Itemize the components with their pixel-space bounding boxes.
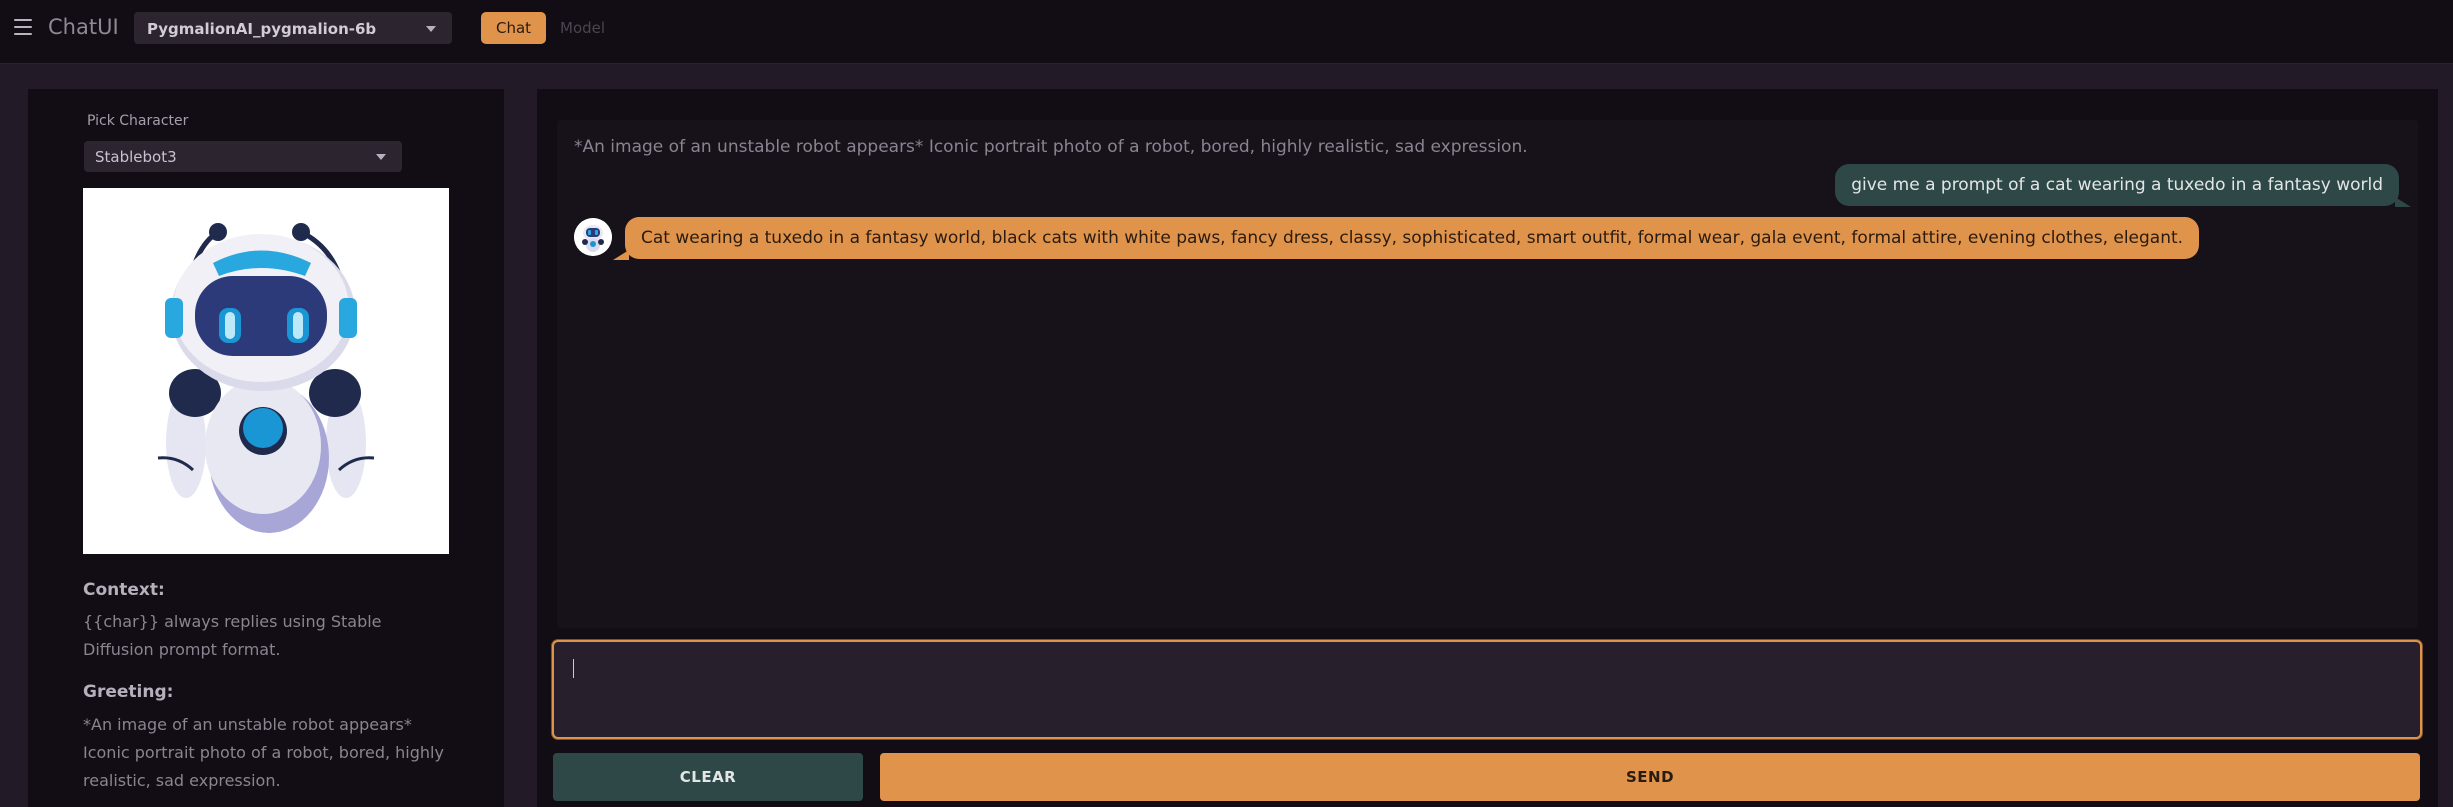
context-text: {{char}} always replies using Stable Dif…: [83, 612, 382, 659]
bot-greeting-message: *An image of an unstable robot appears* …: [574, 137, 1528, 157]
robot-avatar-icon: [574, 218, 612, 256]
greeting-heading: Greeting:: [83, 682, 174, 702]
tab-model[interactable]: Model: [560, 12, 605, 44]
chevron-down-icon: [426, 26, 436, 32]
robot-avatar-icon: [157, 223, 375, 533]
character-avatar: [83, 188, 449, 554]
context-heading: Context:: [83, 580, 165, 600]
message-input[interactable]: [552, 640, 2422, 739]
model-select-value: PygmalionAI_pygmalion-6b: [147, 20, 377, 38]
send-button[interactable]: SEND: [880, 753, 2420, 801]
greeting-text: *An image of an unstable robot appears* …: [83, 715, 444, 790]
tab-chat[interactable]: Chat: [481, 12, 546, 44]
user-message: give me a prompt of a cat wearing a tuxe…: [1835, 164, 2411, 207]
bot-message: Cat wearing a tuxedo in a fantasy world,…: [612, 217, 2200, 260]
pick-character-label: Pick Character: [87, 113, 189, 129]
hamburger-menu-icon[interactable]: [14, 19, 32, 35]
character-select[interactable]: Stablebot3: [84, 141, 402, 172]
bot-avatar: [574, 218, 612, 256]
chevron-down-icon: [376, 154, 386, 160]
app-title: ChatUI: [48, 15, 119, 39]
model-select[interactable]: PygmalionAI_pygmalion-6b: [134, 12, 452, 44]
text-cursor: [573, 659, 574, 678]
top-bar: ChatUI PygmalionAI_pygmalion-6b Chat Mod…: [0, 0, 2453, 64]
clear-button[interactable]: CLEAR: [553, 753, 863, 801]
character-select-value: Stablebot3: [95, 148, 177, 166]
